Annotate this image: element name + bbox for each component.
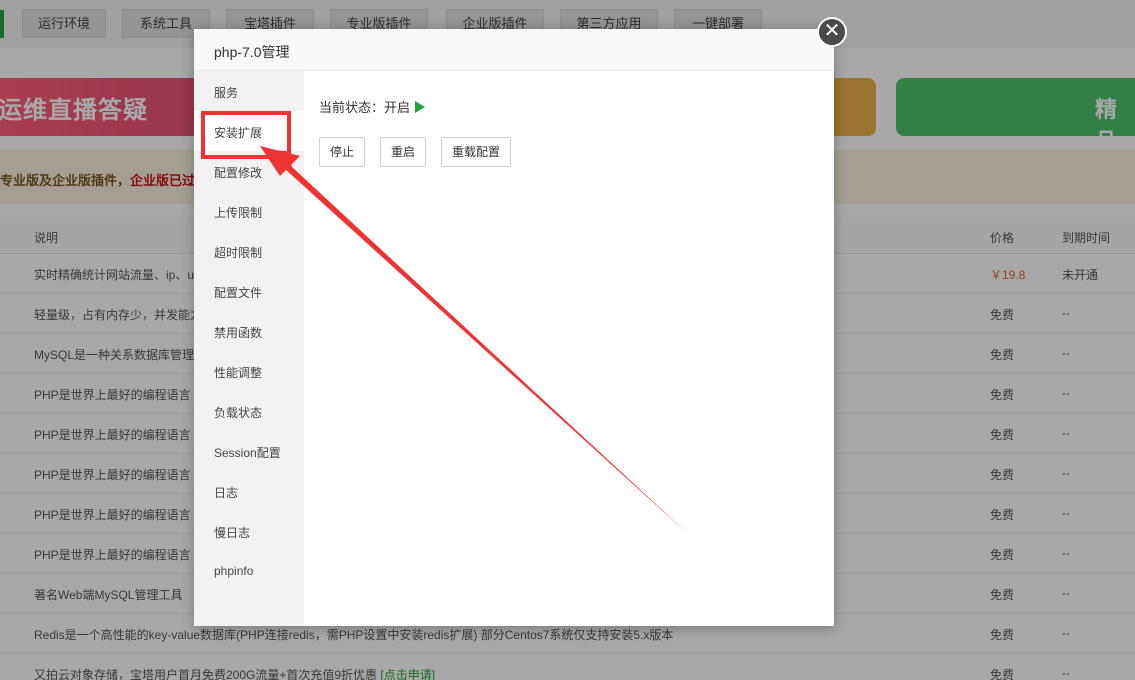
arrow-annotation [260, 146, 688, 534]
arrow-shaft [264, 150, 688, 534]
